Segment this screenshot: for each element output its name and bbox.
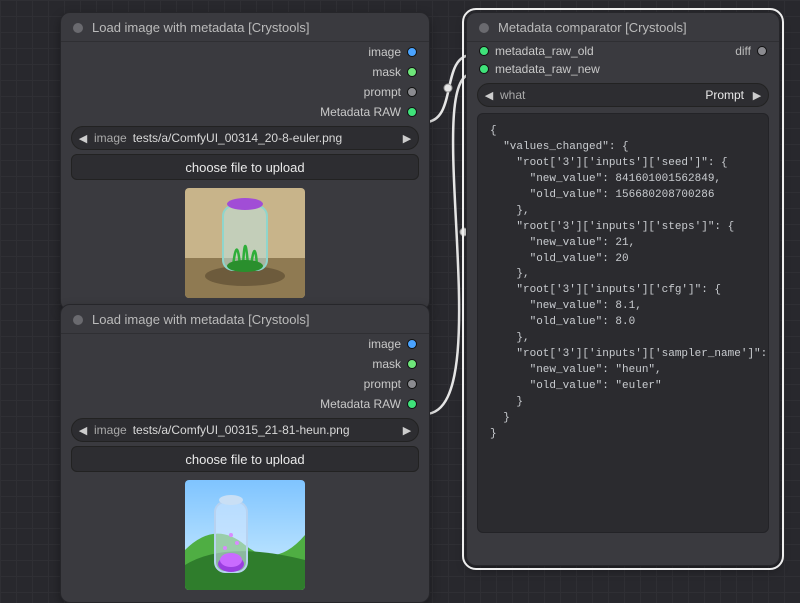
node-metadata-comparator[interactable]: Metadata comparator [Crystools] metadata… — [466, 12, 780, 566]
node-load-image-2[interactable]: Load image with metadata [Crystools] ima… — [60, 304, 430, 603]
chevron-right-icon[interactable]: ▶ — [396, 424, 418, 437]
output-diff[interactable]: diff — [735, 44, 751, 58]
port-icon[interactable] — [407, 399, 417, 409]
upload-button[interactable]: choose file to upload — [71, 154, 419, 180]
image-preview — [185, 188, 305, 298]
output-image[interactable]: image — [61, 334, 429, 354]
port-icon[interactable] — [407, 67, 417, 77]
port-icon[interactable] — [479, 46, 489, 56]
input-metadata-raw-new[interactable]: metadata_raw_new — [467, 59, 779, 79]
output-metadata-raw[interactable]: Metadata RAW — [61, 102, 429, 122]
chevron-left-icon[interactable]: ◀ — [72, 424, 94, 437]
output-prompt[interactable]: prompt — [61, 82, 429, 102]
image-selector[interactable]: ◀ image tests/a/ComfyUI_00315_21-81-heun… — [71, 418, 419, 442]
node-header[interactable]: Metadata comparator [Crystools] — [467, 13, 779, 42]
node-title: Metadata comparator [Crystools] — [498, 20, 687, 35]
image-path-value: tests/a/ComfyUI_00314_20-8-euler.png — [133, 131, 396, 145]
port-icon[interactable] — [757, 46, 767, 56]
mode-selector[interactable]: ◀ what Prompt ▶ — [477, 83, 769, 107]
diff-output: { "values_changed": { "root['3']['inputs… — [477, 113, 769, 533]
chevron-right-icon[interactable]: ▶ — [396, 132, 418, 145]
collapse-icon[interactable] — [479, 23, 489, 33]
node-title: Load image with metadata [Crystools] — [92, 20, 310, 35]
collapse-icon[interactable] — [73, 315, 83, 325]
output-mask[interactable]: mask — [61, 62, 429, 82]
chevron-left-icon[interactable]: ◀ — [478, 89, 500, 102]
port-icon[interactable] — [407, 339, 417, 349]
node-title: Load image with metadata [Crystools] — [92, 312, 310, 327]
chevron-left-icon[interactable]: ◀ — [72, 132, 94, 145]
output-metadata-raw[interactable]: Metadata RAW — [61, 394, 429, 414]
chevron-right-icon[interactable]: ▶ — [746, 89, 768, 102]
port-icon[interactable] — [407, 359, 417, 369]
node-header[interactable]: Load image with metadata [Crystools] — [61, 305, 429, 334]
node-load-image-1[interactable]: Load image with metadata [Crystools] ima… — [60, 12, 430, 311]
output-mask[interactable]: mask — [61, 354, 429, 374]
input-metadata-raw-old[interactable]: metadata_raw_old — [495, 44, 729, 58]
port-icon[interactable] — [407, 87, 417, 97]
node-header[interactable]: Load image with metadata [Crystools] — [61, 13, 429, 42]
output-image[interactable]: image — [61, 42, 429, 62]
output-prompt[interactable]: prompt — [61, 374, 429, 394]
image-preview — [185, 480, 305, 590]
port-icon[interactable] — [407, 107, 417, 117]
port-icon[interactable] — [407, 379, 417, 389]
image-selector[interactable]: ◀ image tests/a/ComfyUI_00314_20-8-euler… — [71, 126, 419, 150]
port-icon[interactable] — [407, 47, 417, 57]
image-path-value: tests/a/ComfyUI_00315_21-81-heun.png — [133, 423, 396, 437]
upload-button[interactable]: choose file to upload — [71, 446, 419, 472]
collapse-icon[interactable] — [73, 23, 83, 33]
port-icon[interactable] — [479, 64, 489, 74]
mode-value: Prompt — [705, 88, 744, 102]
